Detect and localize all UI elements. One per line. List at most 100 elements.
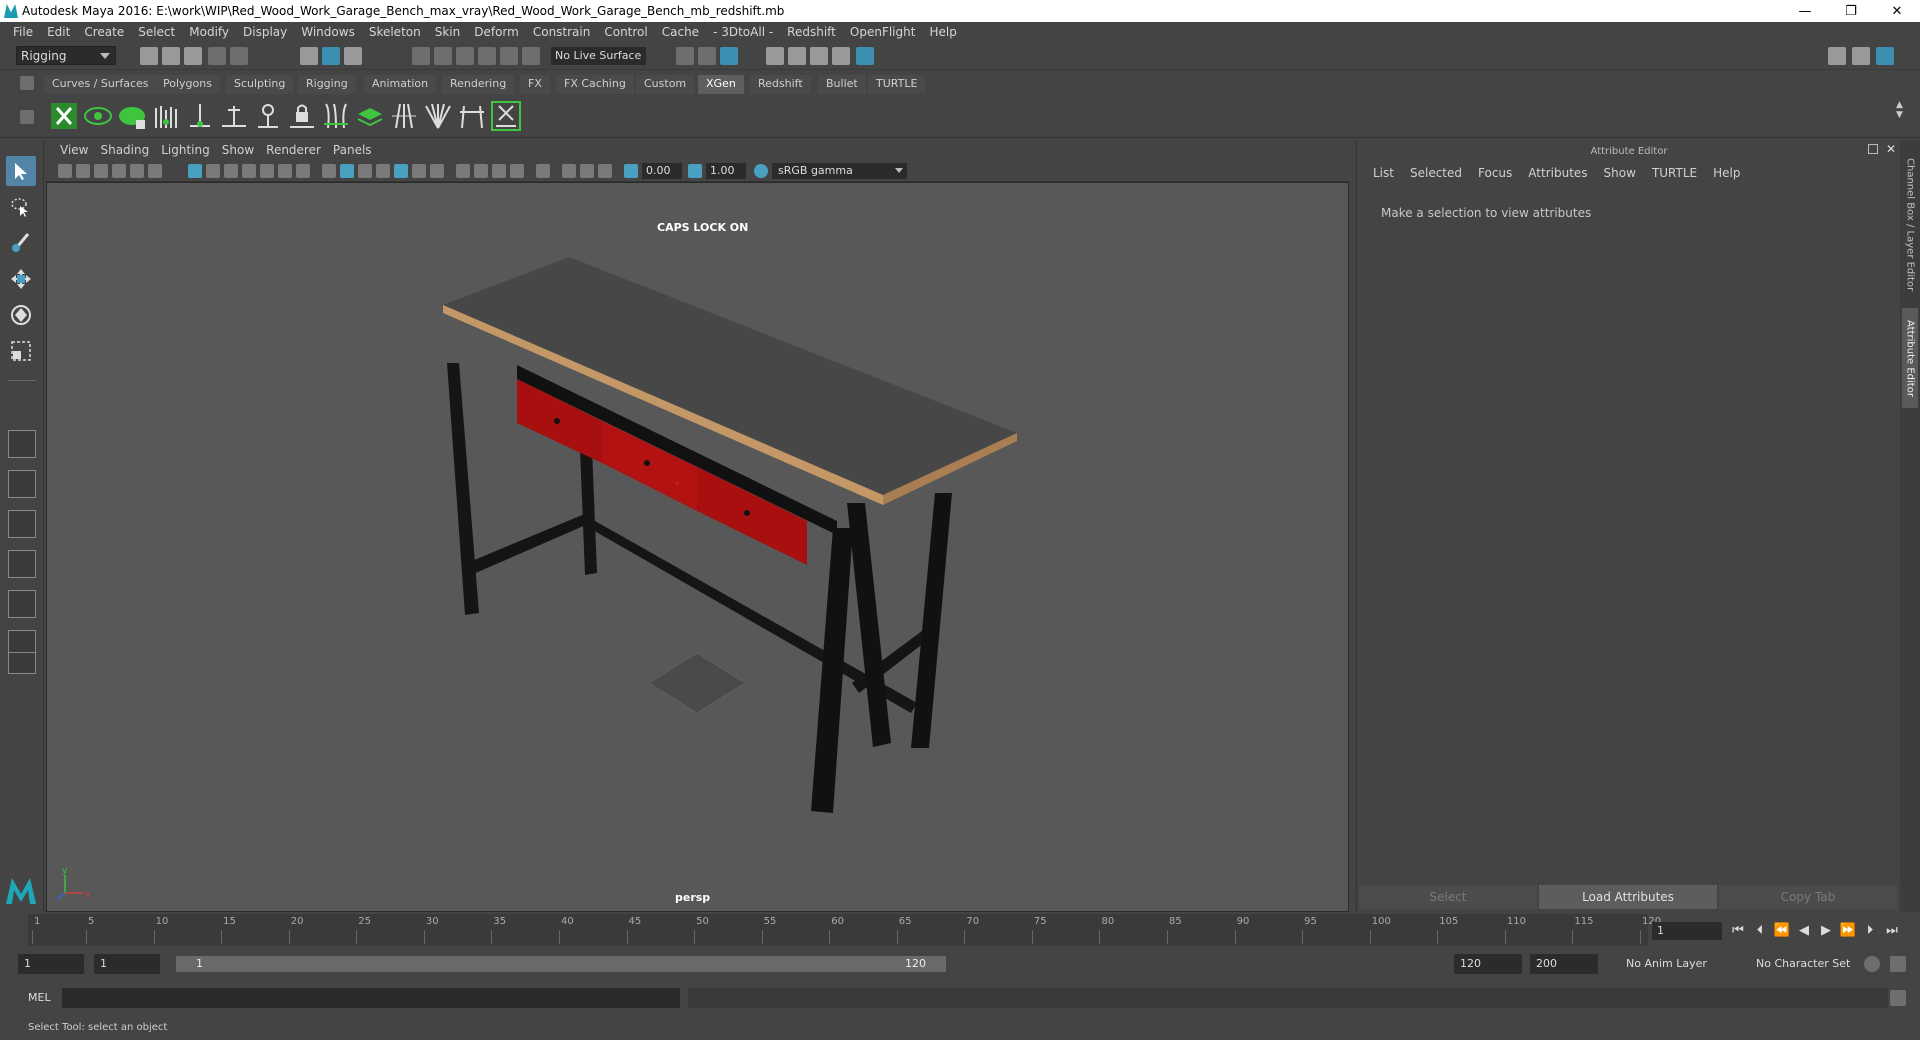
resolution-gate-icon[interactable] <box>224 164 238 178</box>
playback-start-field[interactable]: 1 <box>94 954 160 974</box>
viewport-menu-lighting[interactable]: Lighting <box>155 143 216 157</box>
2d-pan-zoom-icon[interactable] <box>130 164 144 178</box>
viewport-menu-shading[interactable]: Shading <box>94 143 155 157</box>
menu-help[interactable]: Help <box>922 25 963 39</box>
viewport-menu-panels[interactable]: Panels <box>327 143 378 157</box>
character-set-dropdown[interactable]: No Character Set <box>1750 954 1868 974</box>
screen-space-ao-icon[interactable] <box>456 164 470 178</box>
xgen-interactive-groom-icon[interactable] <box>456 100 488 132</box>
animation-end-field[interactable]: 200 <box>1530 954 1598 974</box>
tab-polygons[interactable]: Polygons <box>155 75 220 94</box>
output-ops-icon[interactable] <box>698 47 716 65</box>
step-back-key-icon[interactable]: ⏪ <box>1774 922 1790 938</box>
channel-box-tab[interactable]: Channel Box / Layer Editor <box>1902 150 1918 300</box>
xgen-lock-guide-icon[interactable] <box>286 100 318 132</box>
outliner-persp-graph-layout-icon[interactable] <box>8 590 36 618</box>
snap-point-icon[interactable] <box>456 47 474 65</box>
viewport-menu-renderer[interactable]: Renderer <box>260 143 327 157</box>
minimize-button[interactable]: — <box>1782 0 1828 22</box>
menu-select[interactable]: Select <box>131 25 182 39</box>
select-camera-icon[interactable] <box>58 164 72 178</box>
xgen-place-guide-icon[interactable] <box>184 100 216 132</box>
exposure-field[interactable]: 0.00 <box>642 163 682 179</box>
smooth-shade-icon[interactable] <box>340 164 354 178</box>
menu-constrain[interactable]: Constrain <box>526 25 598 39</box>
load-attributes-button[interactable]: Load Attributes <box>1539 885 1717 909</box>
motion-blur-icon[interactable] <box>474 164 488 178</box>
exposure-icon[interactable] <box>624 164 638 178</box>
float-panel-icon[interactable] <box>1868 144 1878 154</box>
use-all-lights-icon[interactable] <box>412 164 426 178</box>
timeline-ruler[interactable]: 1 5 10 15 20 25 30 35 40 45 50 55 60 65 70 75 80 85 90 95 10… <box>28 914 1661 946</box>
shelf-options-icon[interactable] <box>20 110 34 124</box>
menu-control[interactable]: Control <box>597 25 654 39</box>
menu-modify[interactable]: Modify <box>182 25 236 39</box>
menu-openflight[interactable]: OpenFlight <box>843 25 923 39</box>
xgen-export-icon[interactable] <box>490 100 522 132</box>
menu-display[interactable]: Display <box>236 25 294 39</box>
animation-preferences-icon[interactable] <box>1890 956 1906 972</box>
xray-joints-icon[interactable] <box>580 164 594 178</box>
ae-menu-attributes[interactable]: Attributes <box>1520 166 1595 184</box>
tab-animation[interactable]: Animation <box>364 75 437 94</box>
input-ops-icon[interactable] <box>676 47 694 65</box>
render-settings-icon[interactable] <box>832 47 850 65</box>
script-editor-icon[interactable] <box>1890 990 1906 1006</box>
menu-create[interactable]: Create <box>77 25 131 39</box>
ae-menu-focus[interactable]: Focus <box>1470 166 1520 184</box>
custom-layout-icon[interactable] <box>8 652 36 674</box>
menu-deform[interactable]: Deform <box>467 25 526 39</box>
ae-menu-turtle[interactable]: TURTLE <box>1644 166 1705 184</box>
safe-action-icon[interactable] <box>278 164 292 178</box>
tab-fx[interactable]: FX <box>520 75 550 94</box>
close-button[interactable]: ✕ <box>1874 0 1920 22</box>
tab-redshift[interactable]: Redshift <box>750 75 811 94</box>
shelf-scroll-arrows-icon[interactable]: ▲ ▼ <box>1896 100 1903 120</box>
viewport-menu-view[interactable]: View <box>54 143 94 157</box>
camera-attributes-icon[interactable] <box>76 164 90 178</box>
tab-turtle[interactable]: TURTLE <box>868 75 926 94</box>
render-current-frame-icon[interactable] <box>788 47 806 65</box>
hypershade-icon[interactable] <box>856 47 874 65</box>
isolate-select-icon[interactable] <box>536 164 550 178</box>
select-by-object-icon[interactable] <box>322 47 340 65</box>
wireframe-icon[interactable] <box>322 164 336 178</box>
workbench-model[interactable]: y x <box>47 183 1349 912</box>
channel-box-toggle-icon[interactable] <box>1876 47 1894 65</box>
xgen-groom-icon[interactable] <box>150 100 182 132</box>
persp-outliner-layout-icon[interactable] <box>8 510 36 538</box>
four-view-layout-icon[interactable] <box>8 470 36 498</box>
tab-rendering[interactable]: Rendering <box>442 75 515 94</box>
grid-icon[interactable] <box>188 164 202 178</box>
step-back-frame-icon[interactable]: ⏴ <box>1752 922 1768 938</box>
gamma-field[interactable]: 1.00 <box>706 163 746 179</box>
go-to-start-icon[interactable]: ⏮ <box>1730 922 1746 938</box>
menu-skeleton[interactable]: Skeleton <box>362 25 428 39</box>
field-chart-icon[interactable] <box>260 164 274 178</box>
open-scene-icon[interactable] <box>162 47 180 65</box>
select-by-component-icon[interactable] <box>344 47 362 65</box>
new-scene-icon[interactable] <box>140 47 158 65</box>
xgen-preview-icon[interactable] <box>82 100 114 132</box>
viewport-menu-show[interactable]: Show <box>216 143 260 157</box>
bookmark-icon[interactable] <box>94 164 108 178</box>
snap-view-plane-icon[interactable] <box>478 47 496 65</box>
tab-fx-caching[interactable]: FX Caching <box>556 75 634 94</box>
step-forward-frame-icon[interactable]: ⏵ <box>1862 922 1878 938</box>
menu-skin[interactable]: Skin <box>428 25 468 39</box>
modeling-toolkit-icon[interactable] <box>1828 47 1846 65</box>
depth-of-field-icon[interactable] <box>510 164 524 178</box>
live-surface-field[interactable]: No Live Surface <box>551 47 646 65</box>
attribute-editor-tab[interactable]: Attribute Editor <box>1902 308 1918 408</box>
paint-select-tool[interactable] <box>6 228 36 258</box>
snap-live-icon[interactable] <box>500 47 518 65</box>
menu-3dtoall[interactable]: - 3DtoAll - <box>706 25 780 39</box>
xgen-sculpt-guide-icon[interactable] <box>252 100 284 132</box>
ae-menu-help[interactable]: Help <box>1705 166 1748 184</box>
xray-components-icon[interactable] <box>598 164 612 178</box>
tab-custom[interactable]: Custom <box>636 75 695 94</box>
safe-title-icon[interactable] <box>296 164 310 178</box>
tab-curves-surfaces[interactable]: Curves / Surfaces <box>44 75 157 94</box>
step-forward-key-icon[interactable]: ⏩ <box>1840 922 1856 938</box>
close-panel-icon[interactable]: ✕ <box>1886 142 1896 156</box>
